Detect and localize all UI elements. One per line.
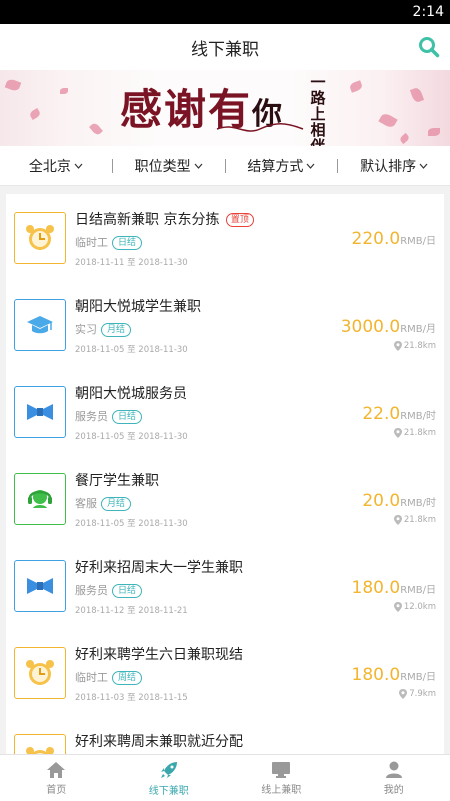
location-pin-icon bbox=[393, 602, 402, 612]
job-price: 180.0RMB/日 bbox=[351, 578, 436, 598]
filter-job-type[interactable]: 职位类型 bbox=[113, 156, 225, 176]
job-type: 临时工 周结 bbox=[75, 669, 143, 685]
rocket-icon bbox=[160, 761, 177, 778]
job-price: 20.0RMB/时 bbox=[362, 491, 436, 511]
home-icon bbox=[47, 761, 66, 778]
job-logo bbox=[14, 647, 66, 699]
monitor-icon bbox=[272, 761, 291, 778]
job-title: 好利来聘学生六日兼职现结 bbox=[75, 647, 243, 663]
job-date-range: 2018-11-11 至 2018-11-30 bbox=[75, 258, 188, 268]
job-type: 客服 月结 bbox=[75, 495, 132, 511]
job-distance: 21.8km bbox=[393, 428, 436, 438]
filter-settlement[interactable]: 结算方式 bbox=[226, 156, 338, 176]
job-price: 220.0RMB/日 bbox=[351, 229, 436, 249]
page-title: 线下兼职 bbox=[191, 39, 259, 60]
location-pin-icon bbox=[399, 689, 408, 699]
location-pin-icon bbox=[393, 428, 402, 438]
filter-sort[interactable]: 默认排序 bbox=[338, 156, 450, 176]
job-type: 临时工 日结 bbox=[75, 234, 143, 250]
job-price: 22.0RMB/时 bbox=[362, 404, 436, 424]
user-icon bbox=[385, 761, 402, 778]
alarm-clock-icon bbox=[26, 660, 54, 685]
job-title: 好利来招周末大一学生兼职 bbox=[75, 560, 243, 576]
job-logo bbox=[14, 560, 66, 612]
chevron-down-icon bbox=[194, 163, 203, 169]
bow-tie-icon bbox=[27, 404, 53, 420]
alarm-clock-icon bbox=[26, 747, 54, 754]
job-item[interactable]: 餐厅学生兼职 客服 月结 2018-11-05 至 2018-11-30 20.0… bbox=[6, 455, 444, 542]
job-distance: 12.0km bbox=[393, 602, 436, 612]
settlement-tag: 日结 bbox=[112, 584, 143, 598]
filter-bar: 全北京 职位类型 结算方式 默认排序 bbox=[0, 146, 450, 186]
chevron-down-icon bbox=[306, 163, 315, 169]
status-time: 2:14 bbox=[412, 4, 444, 20]
job-item[interactable]: 朝阳大悦城服务员 服务员 日结 2018-11-05 至 2018-11-30 2… bbox=[6, 368, 444, 455]
job-price: 180.0RMB/日 bbox=[351, 665, 436, 685]
alarm-clock-icon bbox=[26, 225, 54, 250]
job-title: 餐厅学生兼职 bbox=[75, 473, 159, 489]
settlement-tag: 日结 bbox=[112, 410, 143, 424]
job-title: 日结高新兼职 京东分拣 置顶 bbox=[75, 209, 254, 229]
job-date-range: 2018-11-12 至 2018-11-21 bbox=[75, 606, 188, 616]
filter-region[interactable]: 全北京 bbox=[0, 156, 112, 176]
job-date-range: 2018-11-03 至 2018-11-15 bbox=[75, 693, 188, 703]
job-date-range: 2018-11-05 至 2018-11-30 bbox=[75, 432, 188, 442]
tab-offline-jobs[interactable]: 线下兼职 bbox=[113, 755, 226, 801]
job-logo bbox=[14, 299, 66, 351]
job-logo bbox=[14, 386, 66, 438]
chevron-down-icon bbox=[74, 163, 83, 169]
top-nav: 线下兼职 bbox=[0, 24, 450, 70]
job-distance: 21.8km bbox=[393, 515, 436, 525]
tab-profile[interactable]: 我的 bbox=[338, 755, 450, 801]
tab-home[interactable]: 首页 bbox=[0, 755, 113, 801]
status-bar: 2:14 bbox=[0, 0, 450, 24]
job-date-range: 2018-11-05 至 2018-11-30 bbox=[75, 345, 188, 355]
job-item[interactable]: 好利来聘周末兼职就近分配 bbox=[6, 716, 444, 754]
job-type: 实习 月结 bbox=[75, 321, 132, 337]
job-item[interactable]: 日结高新兼职 京东分拣 置顶 临时工 日结 2018-11-11 至 2018-1… bbox=[6, 194, 444, 281]
job-type: 服务员 日结 bbox=[75, 408, 143, 424]
job-logo bbox=[14, 212, 66, 264]
banner-swirl-decoration bbox=[216, 123, 304, 132]
settlement-tag: 月结 bbox=[101, 323, 132, 337]
job-title: 好利来聘周末兼职就近分配 bbox=[75, 734, 243, 750]
location-pin-icon bbox=[393, 341, 402, 351]
graduation-cap-icon bbox=[27, 316, 53, 334]
pinned-badge: 置顶 bbox=[225, 213, 254, 227]
headset-icon bbox=[28, 490, 52, 508]
job-item[interactable]: 好利来聘学生六日兼职现结 临时工 周结 2018-11-03 至 2018-11-… bbox=[6, 629, 444, 716]
banner-vertical-text: 一路上相伴 bbox=[310, 73, 326, 146]
settlement-tag: 周结 bbox=[112, 671, 143, 685]
tab-online-jobs[interactable]: 线上兼职 bbox=[225, 755, 338, 801]
bottom-tab-bar: 首页 线下兼职 线上兼职 我的 bbox=[0, 754, 450, 801]
job-type: 服务员 日结 bbox=[75, 582, 143, 598]
job-price: 3000.0RMB/月 bbox=[340, 317, 436, 337]
job-distance: 7.9km bbox=[399, 689, 436, 699]
job-date-range: 2018-11-05 至 2018-11-30 bbox=[75, 519, 188, 529]
job-logo bbox=[14, 734, 66, 754]
chevron-down-icon bbox=[419, 163, 428, 169]
job-title: 朝阳大悦城服务员 bbox=[75, 386, 187, 402]
promo-banner[interactable]: 感谢有你 一路上相伴 bbox=[0, 70, 450, 146]
job-title: 朝阳大悦城学生兼职 bbox=[75, 299, 201, 315]
job-logo bbox=[14, 473, 66, 525]
settlement-tag: 月结 bbox=[101, 497, 132, 511]
settlement-tag: 日结 bbox=[112, 236, 143, 250]
bow-tie-icon bbox=[27, 578, 53, 594]
job-list: 日结高新兼职 京东分拣 置顶 临时工 日结 2018-11-11 至 2018-1… bbox=[6, 194, 444, 754]
location-pin-icon bbox=[393, 515, 402, 525]
search-icon[interactable] bbox=[418, 36, 440, 58]
job-item[interactable]: 朝阳大悦城学生兼职 实习 月结 2018-11-05 至 2018-11-30 3… bbox=[6, 281, 444, 368]
job-item[interactable]: 好利来招周末大一学生兼职 服务员 日结 2018-11-12 至 2018-11-… bbox=[6, 542, 444, 629]
job-distance: 21.8km bbox=[393, 341, 436, 351]
